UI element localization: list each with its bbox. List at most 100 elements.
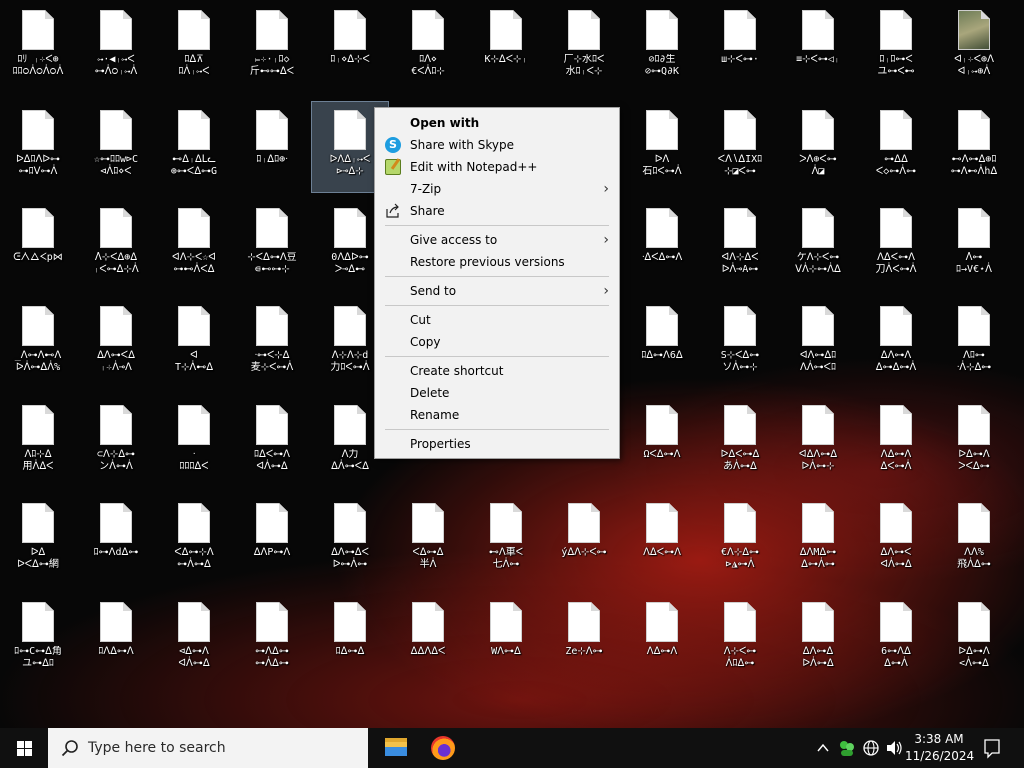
desktop-file-icon[interactable]: ﾛᐲᐃ⊶ᐲ (78, 594, 154, 684)
desktop-file-icon[interactable]: ᐱﾛ⊹ᐃ 用ᐲᐃᐸ (0, 397, 76, 487)
desktop-file-icon[interactable]: ⊷ᐲ⊶ᐃ⊕ﾛ ⊶ᐱ⊷ᐲhᐃ (936, 102, 1012, 192)
desktop-file-icon[interactable]: S⊹ᐸᐃ⊶ ソᐲ⊶⊹ (702, 298, 778, 388)
desktop-file-icon[interactable]: ᐃᐲ⊶ᐲ ᐃ⊶ᐃ⊶ᐲ (858, 298, 934, 388)
desktop-file-icon[interactable]: ᐃᐲ⊶ᐃ ᐅᐲ⊶ᐃ (780, 594, 856, 684)
desktop-file-icon[interactable]: ᐧᐃᐸᐃ⊶ᐲ (624, 200, 700, 290)
menu-item-7-zip[interactable]: 7-Zip › (375, 178, 619, 200)
desktop-file-icon[interactable]: ᐲ⊹ᐸ⊶ ᐲﾛᐃ⊶ (702, 594, 778, 684)
desktop-file-icon[interactable]: ⊂ᐲ⊹ᐃ⊶ ンᐲ⊶ᐲ (78, 397, 154, 487)
menu-item-rename[interactable]: Rename (375, 404, 619, 426)
desktop-file-icon[interactable]: ᐃᐲP⊶ᐲ (234, 495, 310, 585)
desktop-file-icon[interactable]: ⊨⊹⋅ᛧﾛ◇ 斤⊷⊶ᐃᐸ (234, 2, 310, 92)
desktop-file-icon[interactable]: ᐴᐲ⊕ᐸ⊶ ᐲ◪ (780, 102, 856, 192)
taskbar-file-explorer[interactable] (371, 728, 419, 768)
desktop-file-icon[interactable]: ﾛᐲ⋄ €ᐸᐲﾛ⊹ (390, 2, 466, 92)
menu-item-edit-with-notepad[interactable]: Edit with Notepad++ (375, 156, 619, 178)
desktop-file-icon[interactable]: K⊹ᐃᐸ⊹ᛧ (468, 2, 544, 92)
menu-item-cut[interactable]: Cut (375, 309, 619, 331)
desktop-file-icon[interactable]: ﾛᐃ⊶ᐃ (312, 594, 388, 684)
menu-item-copy[interactable]: Copy (375, 331, 619, 353)
desktop-file-icon[interactable]: ﾛᐃᐸ⊶ᐲ ᐊᐲ⊶ᐃ (234, 397, 310, 487)
desktop-file-icon[interactable]: ﾛᛧ⋄ᐃ⊹ᐸ (312, 2, 388, 92)
desktop-file-icon[interactable]: _ᐲ⊶ᐲ⊷ᐲ ᐅᐲ⊶ᐃᐲ% (0, 298, 76, 388)
desktop-file-icon[interactable]: ﾛᐃ⊶ᐲ6ᐃ (624, 298, 700, 388)
desktop-file-icon[interactable]: ᐸᐃ⊶⊹ᐲ ⊶ᐲ⊶ᐃ (156, 495, 232, 585)
desktop-file-icon[interactable]: ᐅᐃ⊶ᐲ ᐳᐸᐃ⊶ (936, 397, 1012, 487)
desktop-file-icon[interactable]: ﾛᐃ⊼ ﾛᐲᛧ⊶ᐸ (156, 2, 232, 92)
desktop-file-icon[interactable]: ᐋᛧ⊹ᐸ⊕ᐲ ᐊᛧ⊶⊕ᐲ (936, 2, 1012, 92)
desktop-file-icon[interactable]: ᐃᐃᐲᐃᐸ (390, 594, 466, 684)
desktop-file-icon[interactable]: ﾛᛧﾛ⊶ᐸ ユ⊶ᐸ⊷ (858, 2, 934, 92)
desktop-file-icon[interactable]: ﾛ⊶ᐲdᐃ⊶ (78, 495, 154, 585)
menu-item-send-to[interactable]: Send to › (375, 280, 619, 302)
desktop-file-icon[interactable]: ýᐃᐲ⊹ᐸ⊶ (546, 495, 622, 585)
desktop-file-icon[interactable]: ᐅᐃﾛᐲᐅ⊶ ⊶ﾛᐯ⊶ᐲ (0, 102, 76, 192)
desktop-file-icon[interactable]: ᐱﾛ⊶ ᐧᐲ⊹ᐃ⊶ (936, 298, 1012, 388)
menu-item-restore-previous-versions[interactable]: Restore previous versions (375, 251, 619, 273)
desktop-file-icon[interactable]: ᐧ⊶ᐸ⊹ᐃ 麦⊹ᐸ⊶ᐲ (234, 298, 310, 388)
desktop-file-icon[interactable]: ᐲᐃ⊶ᐲ ᐃᐸ⊶ᐲ (858, 397, 934, 487)
menu-item-open-with[interactable]: Open with (375, 112, 619, 134)
desktop-file-icon[interactable]: ᐃᐲMᐃ⊶ ᐃ⊶ᐲ⊶ (780, 495, 856, 585)
desktop-file-icon[interactable]: ⊹ᐸᐃ⊶ᐲ豆 ⋴⊷⊶⊹ (234, 200, 310, 290)
desktop-file-icon[interactable]: ᐲᐃᐸ⊶ᐲ 刀ᐲᐸ⊶ᐲ (858, 200, 934, 290)
desktop-file-icon[interactable]: €ᐲ⊹ᐃ⊶ ⊳◮⊶ᐲ (702, 495, 778, 585)
desktop-file-icon[interactable]: ⊲ᐃ⊶ᐲ ᐊᐲ⊶ᐃ (156, 594, 232, 684)
desktop-file-icon[interactable]: ≡⊹ᐸ⊶◁ᛧ (780, 2, 856, 92)
menu-item-create-shortcut[interactable]: Create shortcut (375, 360, 619, 382)
desktop-file-icon[interactable]: ☆⊶ﾛﾛw⊳C ⊲ᐲﾛ⋄ᐸ (78, 102, 154, 192)
desktop-file-icon[interactable]: 厂⊹水ﾛᐸ 水ﾛᛧᐸ⊹ (546, 2, 622, 92)
desktop-file-icon[interactable]: ケᐲ⊹ᐸ⊶ ᐯᐲ⊹⊶ᐲᐃ (780, 200, 856, 290)
desktop-file-icon[interactable]: ᕮᐲᐃᐸp⋈ (0, 200, 76, 290)
desktop-file-icon[interactable]: ᐊᐲ⊶ᐃﾛ ᐱᐲ⊶ᐸﾛ (780, 298, 856, 388)
menu-item-delete[interactable]: Delete (375, 382, 619, 404)
start-button[interactable] (0, 728, 48, 768)
menu-separator (385, 356, 609, 357)
desktop-file-icon[interactable]: 6⊶ᐲᐃ ᐃ⊶ᐲ (858, 594, 934, 684)
desktop-file-icon[interactable]: ш⊹ᐸ⊶⋅ (702, 2, 778, 92)
notification-icon[interactable] (980, 728, 1004, 768)
desktop-file-icon[interactable]: ᐊᐃᐲ⊶ᐃ ᐅᐲ⊶⊹ (780, 397, 856, 487)
desktop-file-icon[interactable]: ﾛﾘ ᛧ⊹ᐸ⊕ ﾛﾛ੦ᐲ੦ᐲ੦ᐲ (0, 2, 76, 92)
search-box[interactable]: Type here to search (48, 728, 368, 768)
desktop-file-icon[interactable]: ᐱᐲ% 飛ᐲᐃ⊶ (936, 495, 1012, 585)
desktop-file-icon[interactable]: Wᐲ⊶ᐃ (468, 594, 544, 684)
taskbar-firefox[interactable] (419, 728, 467, 768)
menu-item-properties[interactable]: Properties (375, 433, 619, 455)
desktop-file-icon[interactable]: ᐰ⊶ ﾛ→V€⋆ᐲ (936, 200, 1012, 290)
desktop-file-icon[interactable]: ⊶ᐃᐃ ᐸ◇⊶ᐲ⊶ (858, 102, 934, 192)
clock[interactable]: 3:38 AM 11/26/2024 (905, 731, 974, 765)
desktop-file-icon[interactable]: ᐅᐃ ᐅᐸᐃ⊶網 (0, 495, 76, 585)
desktop-file-icon[interactable]: ⊘ﾛ∂生 ⊘⊶Q∂K (624, 2, 700, 92)
volume-icon[interactable] (884, 728, 904, 768)
desktop-file-icon[interactable]: ᐅᐲ 石ﾛᐸ⊶ᐲ (624, 102, 700, 192)
people-icon[interactable] (836, 728, 858, 768)
desktop-file-icon[interactable]: ᐅᐃ⊶ᐲ <ᐲ⊶ᐃ (936, 594, 1012, 684)
desktop-file-icon[interactable]: ᐸᐃ⊶ᐃ 半ᐲ (390, 495, 466, 585)
desktop-file-icon[interactable]: Ωᐸᐃ⊶ᐲ (624, 397, 700, 487)
desktop-file-icon[interactable]: ᐧ ﾛﾛﾛᐃᐸ (156, 397, 232, 487)
desktop-file-icon[interactable]: ᐱᐃ⊶ᐲ (624, 594, 700, 684)
desktop-file-icon[interactable]: ﾛᛧᐃﾛ⊕ᐧ (234, 102, 310, 192)
desktop-file-icon[interactable]: ﾛ⊶C⊶ᐃ角 ユ⊶ᐃﾛ (0, 594, 76, 684)
desktop-file-icon[interactable]: Ze⊹ᐲ⊶ (546, 594, 622, 684)
desktop-file-icon[interactable]: ⊶ᐲᐃ⊶ ⊶ᐲᐃ⊶ (234, 594, 310, 684)
desktop-file-icon[interactable]: ⊷ᐲ車ᐸ 七ᐲ⊶ (468, 495, 544, 585)
desktop-file-icon[interactable]: ᐲᐃᐸ⊶ᐲ (624, 495, 700, 585)
desktop-file-icon[interactable]: ⊷ᐃᛧᐃᒪᓚ ⊕⊶ᐸᐃ⊶G (156, 102, 232, 192)
desktop-file-icon[interactable]: ᐊᐲ⊹ᐸ☆ᐋ ⊶⊷ᐲᐸᐃ (156, 200, 232, 290)
desktop-file-icon[interactable]: ᐃᐲ⊶ᐸ ᐊᐲ⊶ᐃ (858, 495, 934, 585)
desktop-file-icon[interactable]: ᐰ⊹ᐸᐃ⊕ᐃ ᛧᐸ⊶ᐃ⊹ᐲ (78, 200, 154, 290)
desktop-file-icon[interactable]: ⊶⋅◀ᛧ⊶ᐸ ⊶ᐲ੦ᛧ⊶ᐲ (78, 2, 154, 92)
chevron-up-icon[interactable] (812, 728, 834, 768)
menu-item-share[interactable]: Share (375, 200, 619, 222)
network-icon[interactable] (860, 728, 882, 768)
desktop-file-icon[interactable]: ᐸᐲ∖ᐃIXﾛ ⊹◪ᐸ⊶ (702, 102, 778, 192)
menu-item-share-with-skype[interactable]: S Share with Skype (375, 134, 619, 156)
menu-item-give-access-to[interactable]: Give access to › (375, 229, 619, 251)
desktop-file-icon[interactable]: ᐃᐲ⊶ᐸᐃ ᛧ⊹ᐲ⊸ᐱ (78, 298, 154, 388)
desktop-file-icon[interactable]: ᐊᐲ⊹ᐃᐸ ᐅᐲ⊸A⊶ (702, 200, 778, 290)
desktop-file-icon[interactable]: ᐃᐲ⊶ᐃᐸ ᐅ⊶ᐲ⊶ (312, 495, 388, 585)
desktop-file-icon[interactable]: ᐅᐃᐸ⊶ᐃ あᐲ⊶ᐃ (702, 397, 778, 487)
desktop-file-icon[interactable]: ᐊ T⊹ᐲ⊷ᐃ (156, 298, 232, 388)
